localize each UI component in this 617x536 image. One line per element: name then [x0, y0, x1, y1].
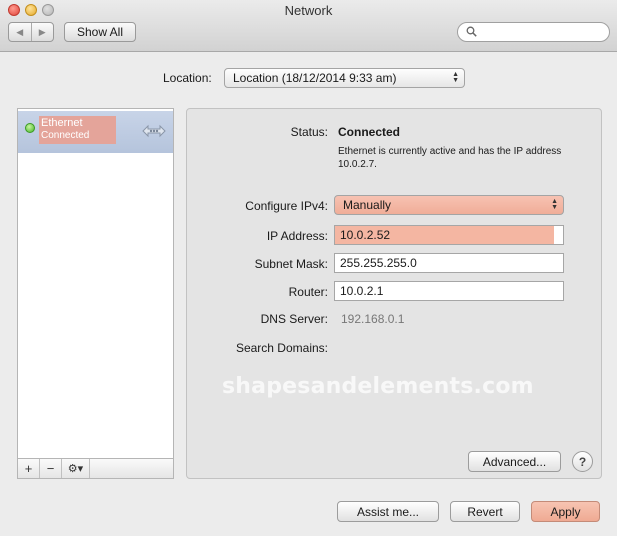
configure-ipv4-label: Configure IPv4: — [245, 199, 328, 213]
back-button[interactable]: ◀ — [9, 23, 31, 41]
location-value: Location (18/12/2014 9:33 am) — [233, 71, 397, 85]
ip-address-label: IP Address: — [266, 229, 328, 243]
search-domains-label: Search Domains: — [235, 341, 328, 355]
help-button[interactable]: ? — [572, 451, 593, 472]
show-all-button[interactable]: Show All — [64, 22, 136, 42]
forward-button[interactable]: ▶ — [30, 23, 54, 41]
router-label: Router: — [288, 285, 328, 299]
window-title: Network — [284, 3, 333, 18]
status-label: Status: — [290, 125, 328, 139]
status-description: Ethernet is currently active and has the… — [338, 146, 562, 170]
search-icon — [466, 26, 477, 37]
service-list-toolbar: + − ⚙▾ — [18, 458, 173, 478]
popup-arrows-icon: ▲ ▼ — [551, 198, 558, 211]
ip-address-field[interactable]: 10.0.2.52 — [334, 225, 564, 245]
configure-ipv4-value: Manually — [343, 198, 392, 212]
action-menu-button[interactable]: ⚙▾ — [62, 459, 90, 478]
assist-me-button[interactable]: Assist me... — [337, 501, 439, 522]
add-service-button[interactable]: + — [18, 459, 40, 478]
router-field[interactable]: 10.0.2.1 — [334, 281, 564, 301]
popup-arrows-icon: ▲ ▼ — [452, 71, 459, 84]
location-label: Location: — [163, 71, 212, 85]
remove-service-button[interactable]: − — [40, 459, 62, 478]
nav-buttons: ◀ ▶ — [8, 22, 54, 42]
dns-server-label: DNS Server: — [260, 312, 328, 326]
status-value: Connected — [338, 125, 401, 139]
network-window: Network ◀ ▶ Show All Location: Location … — [0, 0, 617, 536]
service-labels: Ethernet Connected — [39, 116, 116, 144]
advanced-button[interactable]: Advanced... — [468, 451, 561, 472]
status-indicator-icon — [25, 123, 35, 133]
dns-server-value: 192.168.0.1 — [341, 312, 405, 326]
revert-button[interactable]: Revert — [450, 501, 520, 522]
subnet-mask-field[interactable]: 255.255.255.0 — [334, 253, 564, 273]
subnet-mask-label: Subnet Mask: — [254, 257, 328, 271]
search-field[interactable] — [457, 22, 610, 42]
apply-button[interactable]: Apply — [531, 501, 600, 522]
location-popup[interactable]: Location (18/12/2014 9:33 am) ▲ ▼ — [224, 68, 465, 88]
title-bar: Network ◀ ▶ Show All — [0, 0, 617, 52]
watermark: shapesandelements.com — [222, 374, 534, 399]
service-status: Connected — [41, 130, 90, 141]
configure-ipv4-popup[interactable]: Manually ▲ ▼ — [334, 195, 564, 215]
service-name: Ethernet — [41, 117, 83, 129]
